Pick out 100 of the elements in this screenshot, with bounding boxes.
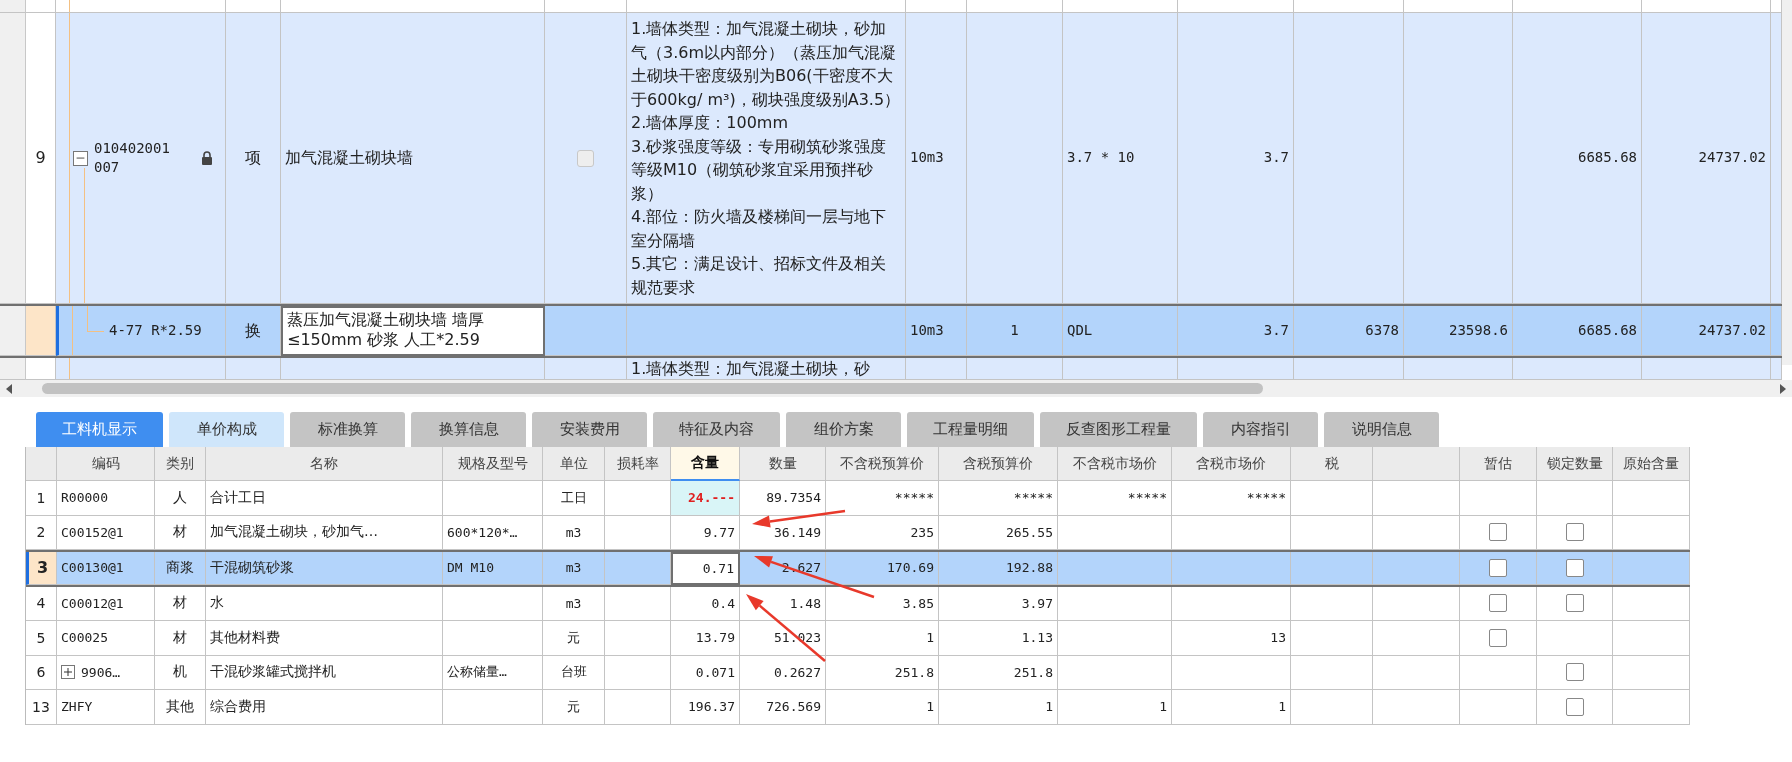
- checkbox[interactable]: [1565, 697, 1584, 716]
- table-cell: 23598.6: [1404, 306, 1513, 356]
- table-cell: m3: [543, 552, 605, 585]
- tab[interactable]: 内容指引: [1203, 412, 1318, 447]
- table-cell: 24.---: [671, 481, 740, 516]
- resource-code: C00012@1: [61, 595, 124, 611]
- resource-code: ZHFY: [61, 699, 93, 715]
- table-cell: 726.569: [740, 690, 826, 725]
- column-header[interactable]: 暂估: [1460, 447, 1537, 481]
- row-number: 4: [26, 586, 57, 621]
- table-cell: 材: [155, 621, 206, 656]
- row-number: 2: [26, 515, 57, 550]
- tree-line: [69, 358, 70, 379]
- table-cell: 台班: [543, 655, 605, 690]
- tab[interactable]: 单价构成: [169, 412, 284, 447]
- table-cell: 机: [155, 655, 206, 690]
- column-header[interactable]: 不含税市场价: [1058, 447, 1172, 481]
- table-cell: 干混砂浆罐式搅拌机: [206, 655, 443, 690]
- table-cell: 0.2627: [740, 655, 826, 690]
- column-header[interactable]: 含税市场价: [1172, 447, 1291, 481]
- row-header: [0, 358, 26, 380]
- table-cell: *****: [1058, 481, 1172, 516]
- vertical-scrollbar[interactable]: [1782, 0, 1792, 365]
- item-code: 010402001007: [94, 139, 170, 177]
- table-cell: [605, 586, 671, 621]
- row-header: [0, 306, 26, 356]
- checkbox[interactable]: [1489, 628, 1507, 647]
- row-number: 5: [26, 621, 57, 656]
- table-cell: 251.8: [826, 655, 939, 690]
- resource-code: 9906…: [81, 664, 121, 680]
- column-header[interactable]: 含税预算价: [939, 447, 1058, 481]
- checkbox[interactable]: [1489, 594, 1507, 613]
- checkbox[interactable]: [1565, 523, 1584, 542]
- table-cell: 89.7354: [740, 481, 826, 516]
- table-cell: 3.97: [939, 586, 1058, 621]
- resource-code: C00025: [61, 630, 108, 646]
- name-edit-field[interactable]: 蒸压加气混凝土砌块墙 墙厚≤150mm 砂浆 人工*2.59: [281, 306, 545, 356]
- table-cell: 0.4: [671, 586, 740, 621]
- table-cell: 工日: [543, 481, 605, 516]
- checkbox[interactable]: [1565, 594, 1584, 613]
- table-cell: 13: [1172, 621, 1291, 656]
- table-cell: 3.7: [1178, 306, 1294, 356]
- column-header[interactable]: 锁定数量: [1537, 447, 1613, 481]
- table-cell: 元: [543, 621, 605, 656]
- column-header[interactable]: 类别: [155, 447, 206, 481]
- row-number: 3: [26, 552, 57, 585]
- tab[interactable]: 安装费用: [532, 412, 647, 447]
- table-cell: 1: [939, 690, 1058, 725]
- scroll-right-icon[interactable]: [1780, 383, 1786, 394]
- horizontal-scrollbar[interactable]: [0, 380, 1792, 397]
- row-number: 1: [26, 481, 57, 516]
- table-cell: *****: [826, 481, 939, 516]
- table-cell: QDL: [1063, 306, 1178, 356]
- checkbox[interactable]: [1489, 558, 1507, 577]
- table-cell: [605, 655, 671, 690]
- table-cell: 6685.68: [1513, 306, 1642, 356]
- table-cell: 商浆: [155, 552, 206, 585]
- table-cell: 13.79: [671, 621, 740, 656]
- column-header[interactable]: 编码: [57, 447, 155, 481]
- collapse-icon[interactable]: [73, 150, 88, 166]
- column-header[interactable]: 单位: [543, 447, 605, 481]
- scroll-left-icon[interactable]: [6, 383, 12, 394]
- tab[interactable]: 组价方案: [786, 412, 901, 447]
- table-cell: 合计工日: [206, 481, 443, 516]
- tab[interactable]: 标准换算: [290, 412, 405, 447]
- checkbox[interactable]: [577, 149, 594, 167]
- table-cell: DM M10: [443, 552, 543, 585]
- table-cell: 干混砌筑砂浆: [206, 552, 443, 585]
- column-header[interactable]: 税: [1291, 447, 1373, 481]
- expand-icon[interactable]: [61, 665, 75, 680]
- table-cell: 1: [1172, 690, 1291, 725]
- tab[interactable]: 换算信息: [411, 412, 526, 447]
- column-header[interactable]: 规格及型号: [443, 447, 543, 481]
- table-cell: 6378: [1294, 306, 1404, 356]
- checkbox[interactable]: [1565, 558, 1584, 577]
- table-cell: 其他材料费: [206, 621, 443, 656]
- tab[interactable]: 说明信息: [1324, 412, 1439, 447]
- table-cell: 材: [155, 586, 206, 621]
- scroll-thumb[interactable]: [42, 383, 1263, 394]
- checkbox[interactable]: [1565, 663, 1584, 682]
- table-cell: *****: [939, 481, 1058, 516]
- table-cell: 1: [967, 306, 1063, 356]
- checkbox[interactable]: [1489, 523, 1507, 542]
- table-cell: 1: [1058, 690, 1172, 725]
- table-cell: 0.071: [671, 655, 740, 690]
- row-number: 6: [26, 655, 57, 690]
- table-cell: 10m3: [906, 306, 967, 356]
- column-header[interactable]: 数量: [740, 447, 826, 481]
- table-cell: 196.37: [671, 690, 740, 725]
- tab[interactable]: 特征及内容: [653, 412, 780, 447]
- table-cell: 251.8: [939, 655, 1058, 690]
- table-cell: 1.13: [939, 621, 1058, 656]
- tab[interactable]: 反查图形工程量: [1040, 412, 1197, 447]
- column-header[interactable]: 名称: [206, 447, 443, 481]
- content-field[interactable]: 0.71: [671, 552, 740, 585]
- tab[interactable]: 工程量明细: [907, 412, 1034, 447]
- table-cell: [605, 690, 671, 725]
- column-header[interactable]: 不含税预算价: [826, 447, 939, 481]
- column-header[interactable]: 含量: [671, 447, 740, 481]
- column-header[interactable]: 原始含量: [1613, 447, 1690, 481]
